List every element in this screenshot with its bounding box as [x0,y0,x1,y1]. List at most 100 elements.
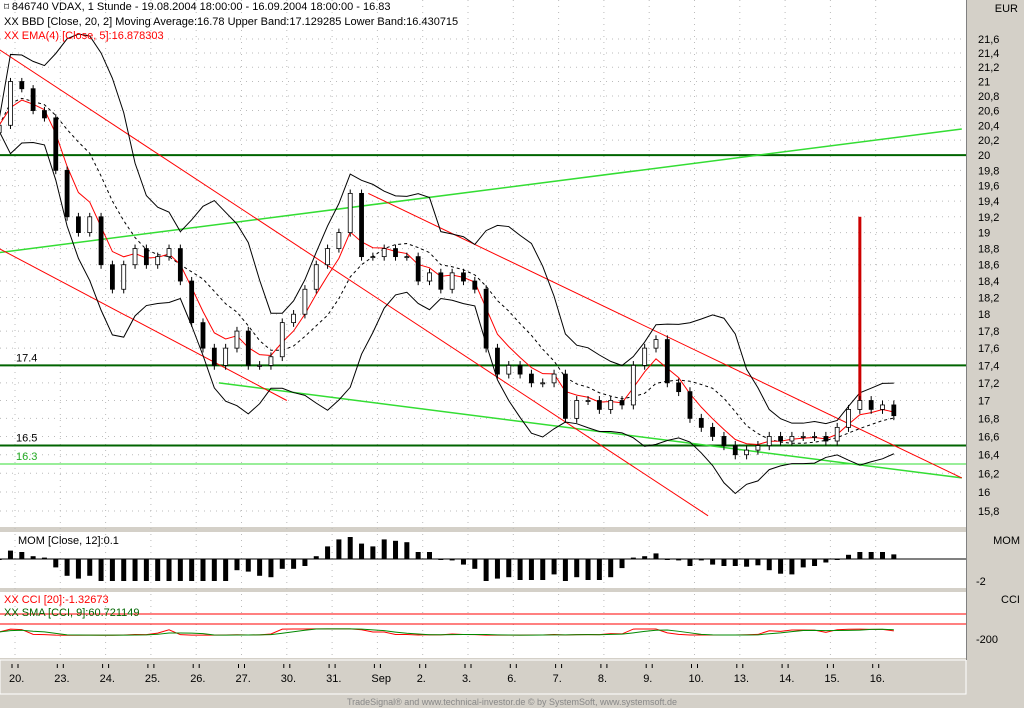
x-tick-label: 10. [689,673,704,685]
cci-tick: -200 [976,634,999,646]
candle [857,400,863,410]
mom-bar [381,539,387,559]
candle [834,426,840,442]
mom-bar [857,552,863,559]
mom-tick: -2 [976,576,986,588]
x-tick-label: 30. [281,673,296,685]
candle [177,248,183,282]
mom-bar [676,559,682,561]
hline-label: 16.3 [16,451,37,463]
mom-bar [483,559,489,581]
mom-bar [891,554,897,559]
candle [710,426,716,437]
y-tick-label: 17 [978,395,990,407]
mom-bar [121,559,127,581]
candle [585,400,591,402]
candle [495,347,500,375]
y-tick-label: 21,2 [978,62,999,74]
mom-bar [98,559,104,581]
mom-bar [619,559,625,569]
candle [245,330,251,366]
mom-bar [415,552,421,559]
mom-legend[interactable]: MOM [Close, 12]:0.1 [18,535,119,547]
candle [642,347,648,366]
y-tick-label: 19 [978,228,990,240]
bbd-legend[interactable]: XX BBD [Close, 20, 2] Moving Average:16.… [4,16,458,28]
mom-bar [574,559,580,578]
candle [347,192,353,234]
candle [211,347,217,366]
candle [812,436,817,438]
candle [8,81,13,126]
candle [313,264,319,290]
header-title: ⌑ 846740 VDAX, 1 Stunde - 19.08.2004 18:… [4,1,391,13]
candle [132,248,138,266]
candle [880,404,885,410]
mom-bar [879,552,885,559]
mom-bar [426,552,432,559]
mom-bar [132,559,138,581]
mom-bar [393,540,399,559]
mom-bar [721,559,727,566]
x-tick-label: 9. [643,673,652,685]
mom-bar [30,556,36,559]
mom-bar [200,559,206,581]
mom-bar [211,559,217,581]
candle [891,404,897,417]
x-tick-label: 7. [553,673,562,685]
candle [562,373,568,419]
candle [325,248,330,266]
x-tick-label: 13. [734,673,749,685]
mom-bar [766,559,772,571]
candle [551,373,557,384]
candle [596,400,602,410]
currency-label: EUR [994,3,1018,15]
y-tick-label: 20 [978,150,990,162]
candle [98,216,104,266]
candle [517,364,523,375]
mom-bar [404,542,410,559]
candle [415,256,421,282]
y-tick-label: 16,8 [978,413,999,425]
mom-bar [109,559,115,581]
candle [846,409,851,428]
candle [53,117,59,171]
candle [766,436,772,446]
candle [109,264,115,290]
x-tick-label: 31. [326,673,341,685]
y-tick-label: 18,8 [978,244,999,256]
mom-bar [155,559,161,581]
x-tick-label: 24. [100,673,115,685]
mom-bar [608,559,614,578]
mom-bar [846,554,852,559]
candle [449,272,455,290]
candle [755,445,761,451]
candle [64,169,70,218]
y-tick-label: 21 [978,77,990,89]
cci-sma-legend[interactable]: XX SMA [CCI, 9]:60.721149 [4,607,140,619]
candle [427,272,432,282]
candle [200,322,206,349]
mom-bar [460,559,466,565]
mom-bar [166,559,172,581]
mom-bar [800,559,806,568]
mom-bar [87,559,93,576]
candle [461,272,466,282]
x-tick-label: 15. [824,673,839,685]
candle [687,391,693,419]
mom-bar [53,559,59,568]
mom-bar [143,559,149,581]
mom-bar [359,543,365,559]
candle [732,445,738,456]
footer-credit[interactable]: TradeSignal® and www.technical-investor.… [0,697,1024,707]
mom-bar [64,559,70,576]
ema-legend[interactable]: XX EMA(4) [Close, 5]:16.878303 [4,30,164,42]
candle [574,400,580,419]
y-tick-label: 21,4 [978,48,999,60]
candle [359,192,364,258]
y-tick-label: 16,2 [978,468,999,480]
mom-bar [472,559,478,569]
x-tick-label: 2. [417,673,426,685]
mom-bar [268,559,274,578]
cci-legend[interactable]: XX CCI [20]:-1.32673 [4,594,109,606]
